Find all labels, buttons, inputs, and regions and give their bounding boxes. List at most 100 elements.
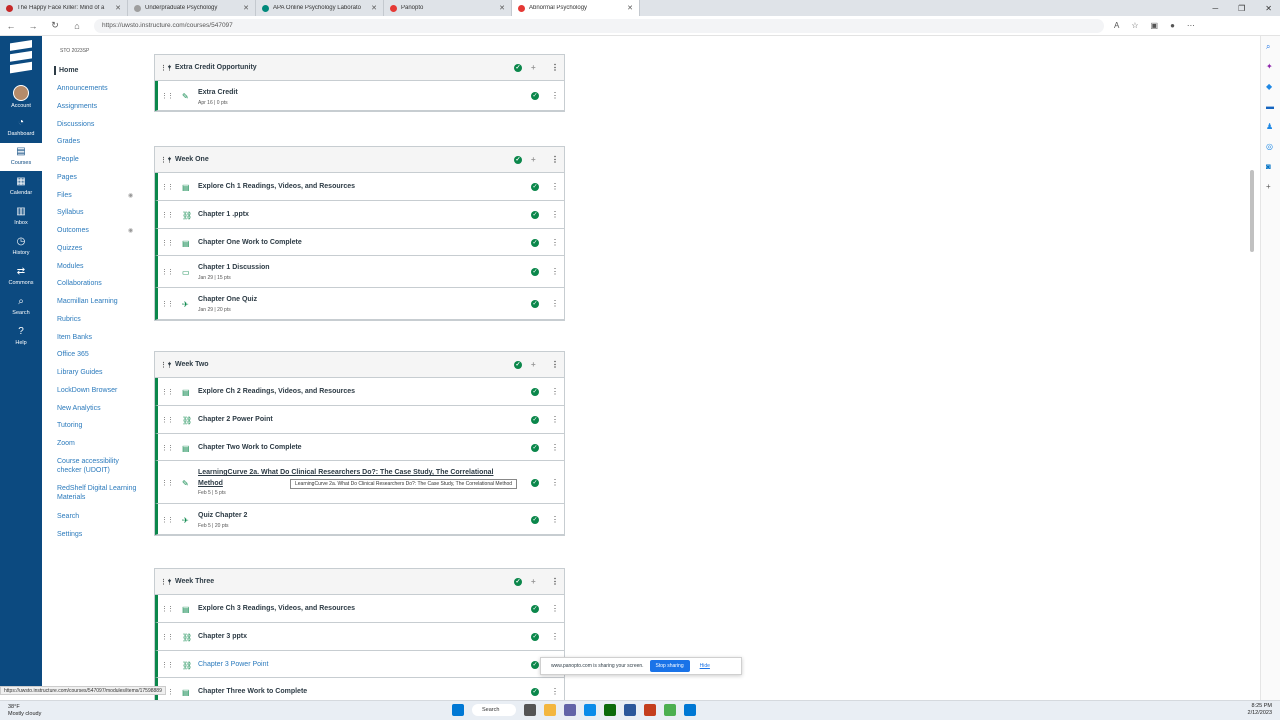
edge-icon[interactable]	[584, 704, 596, 716]
profile-icon[interactable]: ●	[1170, 21, 1175, 30]
module-item-title[interactable]: Chapter Two Work to Complete	[198, 444, 302, 451]
module-options-icon[interactable]: ⋮	[551, 361, 559, 369]
start-icon[interactable]	[452, 704, 464, 716]
course-nav-assignments[interactable]: Assignments	[57, 102, 97, 111]
file-explorer-icon[interactable]	[544, 704, 556, 716]
minimize-icon[interactable]: ─	[1212, 4, 1218, 13]
course-nav-item-banks[interactable]: Item Banks	[57, 333, 92, 342]
add-icon[interactable]: +	[1266, 182, 1271, 191]
item-options-icon[interactable]: ⋮	[551, 515, 559, 524]
canvas-logo[interactable]	[10, 40, 32, 74]
close-window-icon[interactable]: ✕	[1265, 4, 1272, 13]
published-check-icon[interactable]: ✓	[514, 64, 522, 72]
item-options-icon[interactable]: ⋮	[551, 268, 559, 276]
published-check-icon[interactable]: ✓	[514, 361, 522, 369]
stop-sharing-button[interactable]: Stop sharing	[649, 660, 690, 672]
published-check-icon[interactable]: ✓	[531, 660, 539, 669]
published-check-icon[interactable]: ✓	[531, 443, 539, 452]
hide-share-bar-button[interactable]: Hide	[700, 663, 710, 669]
course-nav-grades[interactable]: Grades	[57, 137, 80, 146]
taskbar-search[interactable]: Search	[472, 704, 516, 716]
global-nav-inbox[interactable]: ▥ Inbox	[0, 203, 42, 231]
item-options-icon[interactable]: ⋮	[551, 633, 559, 641]
module-header[interactable]: ⋮⋮ ▾ Week Three ✓ + ⋮	[155, 569, 564, 595]
more-options-icon[interactable]: ⋯	[1187, 21, 1195, 30]
course-nav-rubrics[interactable]: Rubrics	[57, 315, 81, 324]
close-tab-icon[interactable]: ✕	[627, 4, 633, 12]
drag-handle-icon[interactable]: ⋮⋮	[161, 416, 174, 424]
module-header[interactable]: ⋮⋮ ▾ Extra Credit Opportunity ✓ + ⋮	[155, 55, 564, 81]
module-item-title[interactable]: Explore Ch 2 Readings, Videos, and Resou…	[198, 388, 355, 395]
course-nav-syllabus[interactable]: Syllabus	[57, 208, 83, 217]
module-item-title[interactable]: Extra Credit	[198, 89, 238, 96]
course-nav-office-365[interactable]: Office 365	[57, 350, 89, 359]
add-item-icon[interactable]: +	[531, 63, 536, 72]
outlook-icon[interactable]	[684, 704, 696, 716]
global-nav-courses[interactable]: ▤ Courses	[0, 143, 42, 171]
teams-icon[interactable]	[564, 704, 576, 716]
module-item-title[interactable]: Chapter 3 pptx	[198, 633, 247, 640]
office-icon[interactable]: ◎	[1266, 142, 1273, 151]
scrollbar-thumb[interactable]	[1250, 170, 1254, 252]
outlook-icon[interactable]: ◙	[1266, 162, 1271, 171]
collapse-caret-icon[interactable]: ▾	[168, 578, 171, 585]
item-options-icon[interactable]: ⋮	[551, 605, 559, 613]
drag-handle-icon[interactable]: ⋮⋮	[161, 516, 174, 524]
browser-tab[interactable]: The Happy Face Killer: Mind of a ✕	[0, 0, 128, 16]
course-nav-people[interactable]: People	[57, 155, 79, 164]
close-tab-icon[interactable]: ✕	[371, 4, 377, 12]
global-nav-history[interactable]: ◷ History	[0, 233, 42, 261]
collections-icon[interactable]: ▣	[1151, 21, 1159, 30]
module-item-title[interactable]: Chapter One Quiz	[198, 296, 257, 303]
item-options-icon[interactable]: ⋮	[551, 238, 559, 247]
item-options-icon[interactable]: ⋮	[551, 478, 559, 487]
drag-handle-icon[interactable]: ⋮⋮	[161, 268, 174, 276]
drag-handle-icon[interactable]: ⋮⋮	[161, 479, 174, 487]
drag-handle-icon[interactable]: ⋮⋮	[161, 92, 174, 100]
drag-handle-icon[interactable]: ⋮⋮	[161, 633, 174, 641]
read-aloud-icon[interactable]: A	[1114, 21, 1119, 30]
course-nav-collaborations[interactable]: Collaborations	[57, 279, 102, 288]
published-check-icon[interactable]: ✓	[514, 578, 522, 586]
sparkle-icon[interactable]: ✦	[1266, 62, 1273, 71]
published-check-icon[interactable]: ✓	[531, 92, 539, 100]
drag-handle-icon[interactable]: ⋮⋮	[161, 661, 174, 669]
course-nav-redshelf-digital-learning-materials[interactable]: RedShelf Digital Learning Materials	[57, 484, 137, 502]
collapse-caret-icon[interactable]: ▾	[168, 361, 171, 368]
course-nav-search[interactable]: Search	[57, 512, 79, 521]
browser-tab[interactable]: Abnormal Psychology ✕	[512, 0, 640, 16]
published-check-icon[interactable]: ✓	[531, 300, 539, 308]
published-check-icon[interactable]: ✓	[531, 688, 539, 696]
drag-handle-icon[interactable]: ⋮⋮	[161, 183, 174, 191]
course-nav-pages[interactable]: Pages	[57, 173, 77, 182]
browser-tab[interactable]: Underpraduate Psychology ✕	[128, 0, 256, 16]
module-options-icon[interactable]: ⋮	[551, 156, 559, 164]
drag-handle-icon[interactable]: ⋮⋮	[161, 239, 174, 247]
tag-icon[interactable]: ◆	[1266, 82, 1272, 91]
people-icon[interactable]: ♟	[1266, 122, 1273, 131]
item-options-icon[interactable]: ⋮	[551, 388, 559, 396]
add-item-icon[interactable]: +	[531, 577, 536, 586]
favorite-star-icon[interactable]: ☆	[1131, 21, 1138, 30]
global-nav-commons[interactable]: ⇄ Commons	[0, 263, 42, 291]
published-check-icon[interactable]: ✓	[531, 515, 539, 524]
drag-handle-icon[interactable]: ⋮⋮	[161, 211, 174, 219]
url-field[interactable]: https://uwsto.instructure.com/courses/54…	[94, 18, 1104, 33]
course-nav-tutoring[interactable]: Tutoring	[57, 421, 82, 430]
module-item-title[interactable]: Chapter 2 Power Point	[198, 416, 273, 423]
item-options-icon[interactable]: ⋮	[551, 92, 559, 100]
home-icon[interactable]: ⌂	[66, 21, 88, 31]
back-icon[interactable]: ←	[0, 21, 22, 31]
item-options-icon[interactable]: ⋮	[551, 416, 559, 424]
course-nav-course-accessibility-checker-udoit[interactable]: Course accessibility checker (UDOIT)	[57, 457, 137, 475]
published-check-icon[interactable]: ✓	[531, 268, 539, 276]
course-nav-announcements[interactable]: Announcements	[57, 84, 108, 93]
module-item-title[interactable]: Explore Ch 1 Readings, Videos, and Resou…	[198, 183, 355, 190]
module-item-title[interactable]: Explore Ch 3 Readings, Videos, and Resou…	[198, 605, 355, 612]
course-nav-settings[interactable]: Settings	[57, 530, 82, 539]
module-item-title[interactable]: Chapter 1 Discussion	[198, 264, 270, 271]
module-item-title[interactable]: Chapter 1 .pptx	[198, 211, 249, 218]
drag-handle-icon[interactable]: ⋮⋮	[161, 300, 174, 308]
page-scrollbar[interactable]	[1249, 40, 1255, 692]
published-check-icon[interactable]: ✓	[531, 478, 539, 487]
